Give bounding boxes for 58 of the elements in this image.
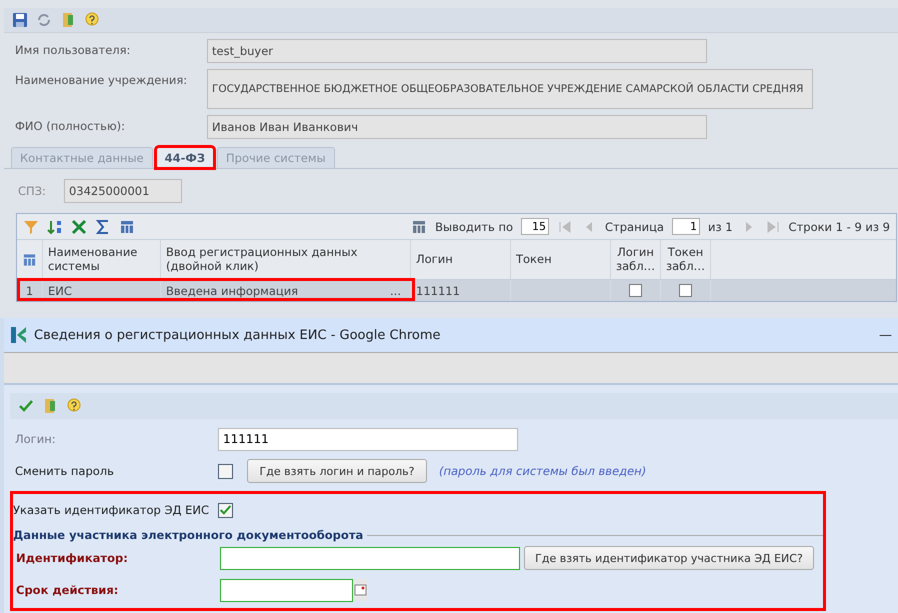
help-button[interactable]: Где взять идентификатор участника ЭД ЕИС? [524, 546, 814, 570]
text-field[interactable]: Иванов Иван Иванкович [207, 115, 707, 139]
checkbox[interactable] [629, 284, 642, 297]
save-icon[interactable] [12, 12, 28, 28]
grid-menu-icon[interactable] [22, 252, 37, 268]
identifier-field[interactable] [220, 546, 520, 570]
field-label: Срок действия: [15, 583, 120, 597]
date-field[interactable] [220, 578, 353, 602]
field-label: Логин: [14, 432, 57, 446]
page-field[interactable]: 1 [672, 218, 700, 235]
text-field[interactable]: test_buyer [207, 39, 707, 63]
checkbox[interactable] [679, 284, 692, 297]
login-field[interactable]: 111111 [218, 428, 518, 450]
field-label: ФИО (полностью): [14, 118, 126, 133]
column-header[interactable]: Токен забл… [661, 240, 711, 279]
table-cell: 111111 [411, 280, 511, 301]
ellipsis-button[interactable]: ... [390, 284, 410, 298]
table-cell: ЕИС [43, 280, 161, 301]
tab[interactable]: 44-ФЗ [156, 147, 214, 168]
page-size-field[interactable]: 15 [521, 218, 550, 235]
column-header[interactable]: Логин [411, 240, 511, 279]
help-button[interactable]: Где взять логин и пароль? [247, 459, 427, 483]
rows-info: Строки 1 - 9 из 9 [788, 220, 890, 234]
minimize-button[interactable]: — [879, 328, 892, 342]
refresh-icon[interactable] [36, 12, 52, 28]
column-header[interactable]: Наименование системы [43, 240, 161, 279]
column-header[interactable]: Ввод регистрационных данных (двойной клик) [161, 240, 411, 279]
help-icon[interactable] [66, 398, 82, 414]
window-title: Сведения о регистрационных данных ЕИС - Google Chrome [34, 328, 442, 342]
field-label: Имя пользователя: [14, 42, 132, 57]
page-count: из 1 [708, 220, 733, 234]
column-header[interactable]: Токен [511, 240, 611, 279]
excel-icon[interactable] [71, 218, 87, 234]
sum-icon[interactable] [95, 218, 111, 234]
column-header[interactable]: Логин забл… [611, 240, 661, 279]
text-field[interactable]: 03425000001 [64, 179, 182, 203]
field-label: Указать идентификатор ЭД ЕИС [13, 503, 210, 517]
field-label: Сменить пароль [14, 464, 115, 478]
password-note: (пароль для системы был введен) [439, 464, 646, 478]
table-cell-text: Введена информация [165, 284, 298, 298]
field-label: Идентификатор: [15, 551, 129, 565]
checkbox[interactable] [218, 464, 233, 478]
page-label: Страница [605, 220, 664, 234]
exit-icon[interactable] [42, 398, 58, 414]
field-label: СПЗ: [18, 184, 46, 198]
app-logo-icon [10, 326, 28, 344]
check-icon[interactable] [18, 398, 34, 414]
row-number: 1 [17, 280, 43, 301]
table-icon[interactable] [119, 218, 135, 234]
page-size-label: Выводить по [435, 220, 514, 234]
help-icon[interactable] [84, 12, 100, 28]
exit-icon[interactable] [60, 12, 76, 28]
columns-icon[interactable] [411, 218, 428, 234]
field-label: Наименование учреждения: [14, 72, 188, 87]
calendar-icon[interactable] [353, 579, 368, 601]
section-title: Данные участника электронного документооборота [13, 528, 364, 542]
text-field[interactable]: ГОСУДАРСТВЕННОЕ БЮДЖЕТНОЕ ОБЩЕОБРАЗОВАТЕЛЬНОЕ УЧРЕЖДЕНИЕ САМАРСКОЙ ОБЛАСТИ СРЕДНЯЯ [207, 69, 813, 109]
sort-icon[interactable] [47, 218, 63, 234]
